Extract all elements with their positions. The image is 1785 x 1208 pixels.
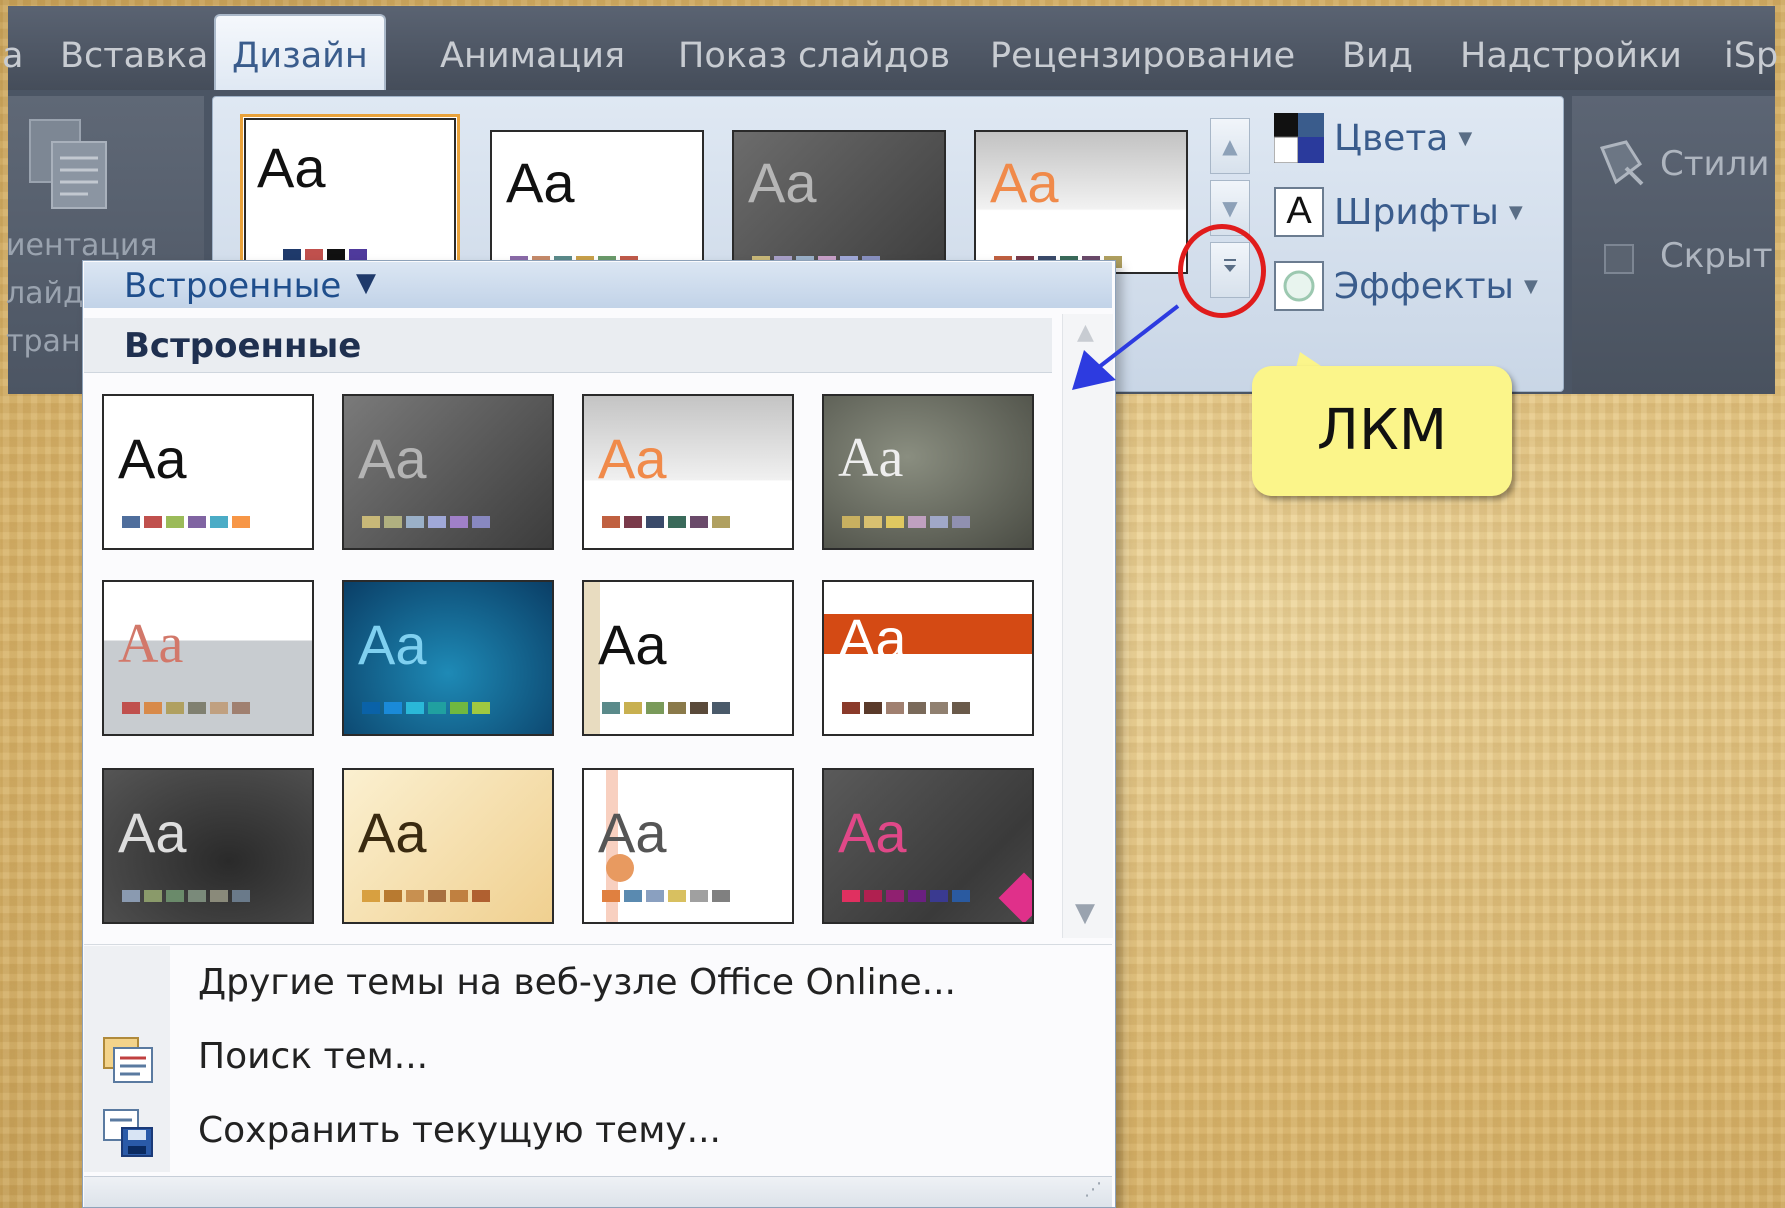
menu-divider (84, 944, 1112, 945)
theme-oriel[interactable]: Aa (822, 768, 1034, 924)
tab-view[interactable]: Вид (1342, 14, 1413, 90)
annotation-arrow (1072, 304, 1180, 390)
background-styles-label[interactable]: Стили (1660, 144, 1769, 184)
fonts-dropdown-icon: ▼ (1508, 201, 1523, 223)
theme-decoration-dot (606, 854, 634, 882)
menu-item-browse-themes[interactable]: Поиск тем... (198, 1036, 428, 1077)
resize-grip-icon[interactable]: ⋰ (1084, 1179, 1102, 1200)
colors-dropdown-icon: ▼ (1458, 127, 1473, 149)
tab-addins[interactable]: Надстройки (1460, 14, 1682, 90)
tab-partial-left[interactable]: а (2, 14, 23, 90)
theme-decoration-diamond (998, 872, 1032, 922)
slide-label[interactable]: лайд (6, 276, 84, 311)
tab-design[interactable]: Дизайн (214, 14, 386, 92)
fonts-icon: A (1274, 187, 1324, 237)
background-styles-icon[interactable] (1596, 138, 1648, 188)
tab-review[interactable]: Рецензирование (990, 14, 1295, 90)
ribbon-theme-office[interactable]: Aa (240, 114, 460, 274)
callout-text: ЛКМ (1316, 398, 1448, 463)
menu-item-save-theme[interactable]: Сохранить текущую тему... (198, 1110, 721, 1151)
dropdown-scrollbar[interactable]: ▲ ▼ (1062, 314, 1113, 938)
background-group: Стили Скрыт (1572, 96, 1775, 394)
scroll-down-icon[interactable]: ▼ (1075, 898, 1095, 928)
dropdown-filter-label[interactable]: Встроенные (124, 266, 341, 306)
theme-median[interactable]: Aa (822, 580, 1034, 736)
fonts-button[interactable]: A Шрифты ▼ (1274, 182, 1523, 242)
hide-background-checkbox[interactable] (1604, 244, 1634, 274)
theme-metro[interactable]: Aa (102, 768, 314, 924)
ribbon-tab-bar: а Вставка Дизайн Анимация Показ слайдов … (2, 6, 1778, 92)
effects-dropdown-icon: ▼ (1523, 275, 1538, 297)
gallery-scroll-up-button[interactable]: ▲ (1210, 118, 1250, 174)
effects-label: Эффекты (1334, 265, 1514, 307)
ribbon-theme-apex[interactable]: Aa (490, 130, 704, 274)
dropdown-resize-bar: ⋰ (84, 1176, 1112, 1207)
group-label: тран (6, 324, 81, 359)
theme-opulent[interactable]: Aa (582, 768, 794, 924)
ribbon-theme-aspect[interactable]: Aa (732, 130, 946, 274)
menu-item-office-online[interactable]: Другие темы на веб-узле Office Online... (198, 962, 956, 1003)
theme-equity[interactable]: Aa (102, 580, 314, 736)
theme-aspect[interactable]: Aa (342, 394, 554, 550)
hide-background-label[interactable]: Скрыт (1660, 236, 1773, 276)
section-header: Встроенные (84, 318, 1052, 373)
save-theme-icon (103, 1109, 153, 1157)
theme-foundry[interactable]: Aa (582, 580, 794, 736)
effects-icon (1274, 261, 1324, 311)
fonts-label: Шрифты (1334, 191, 1499, 233)
filter-dropdown-icon[interactable]: ▼ (356, 268, 376, 298)
orientation-label[interactable]: иентация (6, 228, 157, 263)
tab-partial-right[interactable]: iSp (1724, 14, 1778, 90)
section-title: Встроенные (124, 326, 362, 366)
theme-civic[interactable]: Aa (582, 394, 794, 550)
colors-label: Цвета (1334, 117, 1449, 159)
theme-module[interactable]: Aa (342, 768, 554, 924)
effects-button[interactable]: Эффекты ▼ (1274, 256, 1538, 316)
slide-orientation-icon[interactable] (28, 118, 110, 212)
theme-concourse[interactable]: Aa (822, 394, 1034, 550)
tab-insert[interactable]: Вставка (60, 14, 208, 90)
annotation-circle (1178, 224, 1266, 318)
ribbon-theme-civic[interactable]: Aa (974, 130, 1188, 274)
tab-animation[interactable]: Анимация (440, 14, 625, 90)
dropdown-filter-header[interactable]: Встроенные ▼ (84, 262, 1112, 308)
browse-themes-icon (103, 1037, 153, 1083)
theme-flow[interactable]: Aa (342, 580, 554, 736)
colors-button[interactable]: Цвета ▼ (1273, 108, 1473, 168)
tab-slide-show[interactable]: Показ слайдов (678, 14, 950, 90)
colors-icon (1273, 113, 1324, 164)
theme-office[interactable]: Aa (102, 394, 314, 550)
